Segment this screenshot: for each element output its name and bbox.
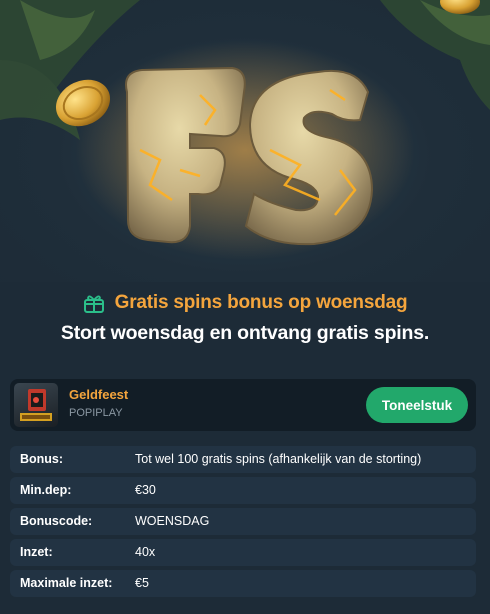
promo-title-row: Gratis spins bonus op woensdag <box>0 288 490 318</box>
play-button[interactable]: Toneelstuk <box>366 387 468 423</box>
details-value: Tot wel 100 gratis spins (afhankelijk va… <box>135 452 422 466</box>
details-row-bonus: Bonus: Tot wel 100 gratis spins (afhanke… <box>10 446 476 473</box>
details-value: 40x <box>135 545 156 559</box>
details-label: Maximale inzet: <box>20 576 113 590</box>
details-row-max-bet: Maximale inzet: €5 <box>10 570 476 597</box>
game-thumbnail[interactable] <box>14 383 58 427</box>
game-name[interactable]: Geldfeest <box>69 387 128 402</box>
details-value: €5 <box>135 576 149 590</box>
details-label: Bonuscode: <box>20 514 93 528</box>
game-card: Geldfeest POPIPLAY Toneelstuk <box>10 379 476 431</box>
game-provider: POPIPLAY <box>69 407 123 419</box>
gift-icon <box>83 292 105 314</box>
details-row-bonus-code: Bonuscode: WOENSDAG <box>10 508 476 535</box>
details-row-min-deposit: Min.dep: €30 <box>10 477 476 504</box>
details-value[interactable]: WOENSDAG <box>135 508 209 535</box>
details-label: Min.dep: <box>20 483 72 497</box>
bonus-details-table: Bonus: Tot wel 100 gratis spins (afhanke… <box>10 446 476 601</box>
details-label: Bonus: <box>20 452 64 466</box>
hero-illustration <box>0 0 490 260</box>
details-value: €30 <box>135 483 156 497</box>
details-row-wagering: Inzet: 40x <box>10 539 476 566</box>
hero-banner <box>0 0 490 282</box>
details-label: Inzet: <box>20 545 53 559</box>
promo-title: Gratis spins bonus op woensdag <box>114 292 408 313</box>
promo-subtitle: Stort woensdag en ontvang gratis spins. <box>60 322 430 344</box>
